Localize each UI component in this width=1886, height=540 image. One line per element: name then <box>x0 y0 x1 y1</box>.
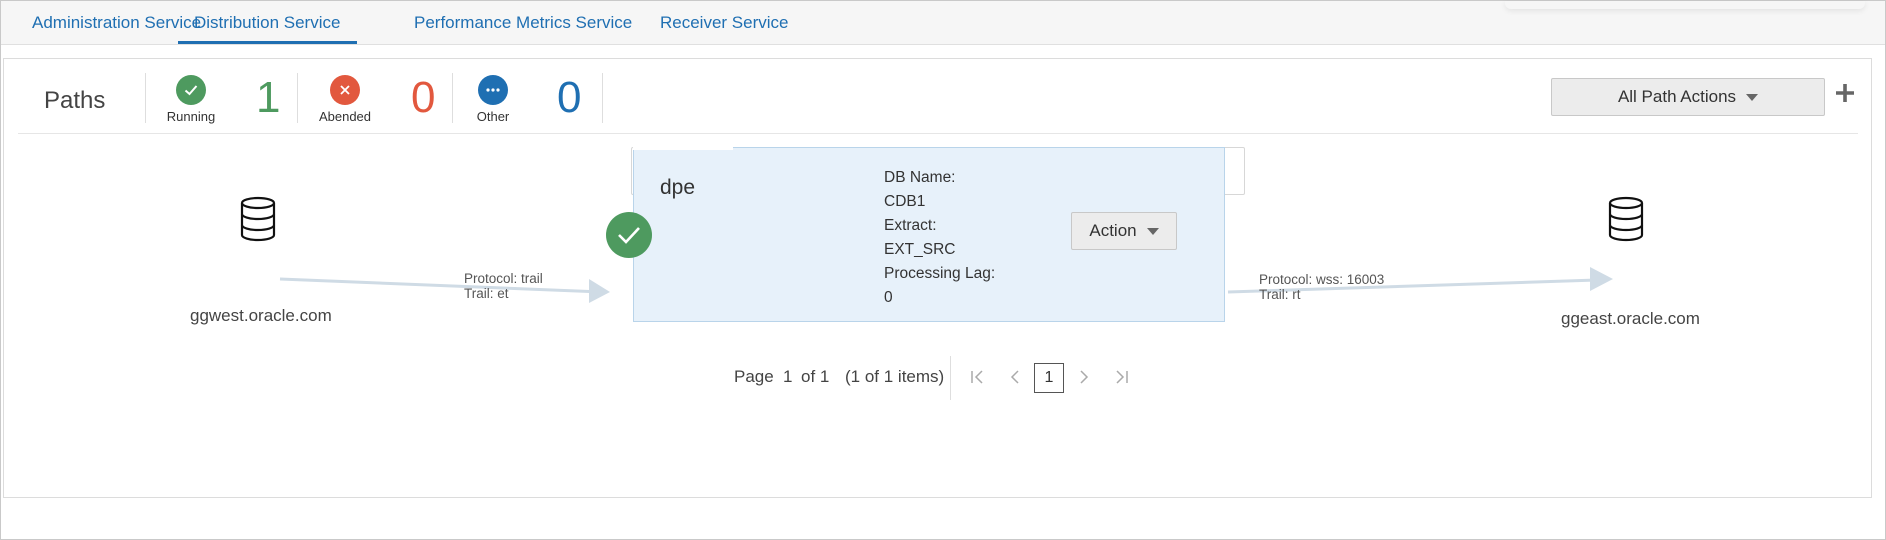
source-node-label: ggwest.oracle.com <box>190 306 332 325</box>
abended-label: Abended <box>318 109 372 124</box>
page-label: Page <box>734 367 774 386</box>
target-database-icon[interactable] <box>1606 196 1646 242</box>
incoming-edge-label: Protocol: trail Trail: et <box>464 271 543 301</box>
path-name: dpe <box>660 176 696 199</box>
processing-lag-value: 0 <box>884 289 893 306</box>
target-node-label: ggeast.oracle.com <box>1561 309 1700 328</box>
extract-label: Extract: <box>884 217 937 234</box>
all-path-actions-button[interactable]: All Path Actions <box>1551 78 1825 116</box>
items-count-label: (1 of 1 items) <box>845 367 945 386</box>
header-shadow <box>1505 1 1865 9</box>
outgoing-trail: Trail: rt <box>1259 287 1301 302</box>
divider <box>297 73 298 123</box>
outgoing-protocol: Protocol: wss: 16003 <box>1259 272 1385 287</box>
next-page-icon[interactable] <box>1075 368 1093 386</box>
divider <box>602 73 603 123</box>
tab-receiver-service[interactable]: Receiver Service <box>660 13 789 33</box>
source-database-icon[interactable] <box>238 196 278 242</box>
path-action-button[interactable]: Action <box>1071 212 1177 250</box>
path-details: DB Name: CDB1 Extract: EXT_SRC Processin… <box>884 166 995 310</box>
first-page-icon[interactable] <box>968 368 986 386</box>
other-label: Other <box>476 109 510 124</box>
outgoing-edge-label: Protocol: wss: 16003 Trail: rt <box>1259 272 1384 302</box>
db-name-value: CDB1 <box>884 193 926 210</box>
abended-close-icon <box>330 75 360 105</box>
tab-administration-service[interactable]: Administration Service <box>32 13 201 33</box>
paths-title: Paths <box>44 87 106 114</box>
running-check-icon <box>176 75 206 105</box>
path-action-label: Action <box>1089 221 1137 240</box>
current-page-value: 1 <box>783 367 793 386</box>
page-of-label: of 1 <box>801 367 830 386</box>
abended-count[interactable]: 0 <box>411 73 435 123</box>
previous-page-icon[interactable] <box>1006 368 1024 386</box>
path-status-check-icon <box>606 212 652 258</box>
extract-value: EXT_SRC <box>884 241 956 258</box>
page-number-button[interactable]: 1 <box>1034 363 1064 393</box>
service-tab-bar: Administration Service Distribution Serv… <box>1 1 1885 45</box>
caret-down-icon <box>1746 93 1759 101</box>
db-name-label: DB Name: <box>884 169 956 186</box>
running-label: Running <box>166 109 216 124</box>
header-divider <box>18 133 1858 134</box>
other-ellipsis-icon <box>478 75 508 105</box>
tab-distribution-service[interactable]: Distribution Service <box>178 13 358 44</box>
pager-divider <box>950 356 951 400</box>
running-count[interactable]: 1 <box>256 73 280 123</box>
caret-down-icon <box>1146 227 1159 235</box>
incoming-trail: Trail: et <box>464 286 509 301</box>
all-path-actions-label: All Path Actions <box>1617 87 1737 106</box>
card-notch <box>633 147 733 150</box>
divider <box>145 73 146 123</box>
processing-lag-label: Processing Lag: <box>884 265 996 282</box>
last-page-icon[interactable] <box>1113 368 1131 386</box>
plus-icon[interactable] <box>1833 81 1857 105</box>
other-count[interactable]: 0 <box>557 73 581 123</box>
path-card[interactable]: dpe DB Name: CDB1 Extract: EXT_SRC Proce… <box>633 147 1225 322</box>
tab-performance-metrics-service[interactable]: Performance Metrics Service <box>414 13 632 33</box>
incoming-protocol: Protocol: trail <box>464 271 543 286</box>
